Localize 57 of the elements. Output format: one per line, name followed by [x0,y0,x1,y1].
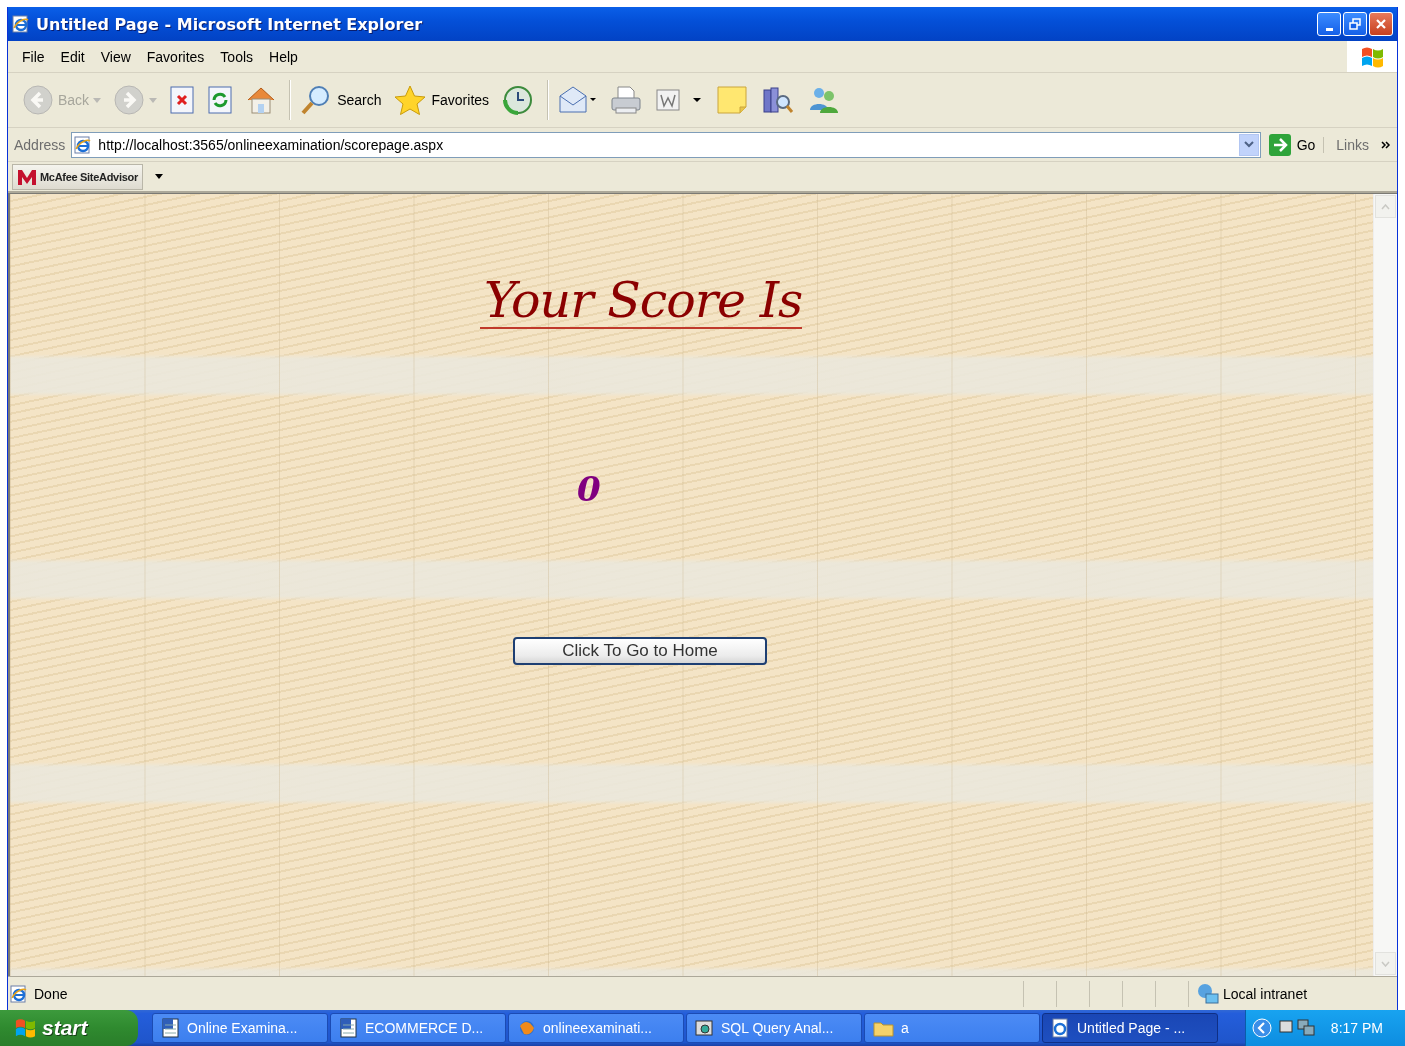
arrow-right-icon [1268,133,1291,156]
restore-button[interactable] [1343,12,1367,36]
close-button[interactable] [1369,12,1393,36]
caret-icon [149,97,158,103]
taskbar-item[interactable]: a [864,1013,1040,1043]
menu-item[interactable]: Help [261,46,306,67]
books-magnifier-icon [761,84,796,116]
app-icon [517,1018,537,1038]
score-value: 0 [577,469,601,509]
address-field[interactable]: http://localhost:3565/onlineexamination/scorepage.aspx [71,131,1261,158]
go-button[interactable]: Go [1260,133,1324,156]
taskbar-item[interactable]: Online Examina... [152,1013,328,1043]
address-label: Address [14,136,66,153]
siteadvisor-button[interactable]: McAfee SiteAdvisor [12,163,143,190]
status-text: Done [34,985,68,1002]
browser-page-icon [1051,1018,1071,1038]
security-zone-text: Local intranet [1223,985,1308,1002]
page-cross-icon [169,85,196,115]
links-label[interactable]: Links [1336,136,1369,153]
url-text: http://localhost:3565/onlineexamination/scorepage.aspx [98,136,445,153]
taskbar-item[interactable]: ECOMMERCE D... [330,1013,506,1043]
taskbar-item[interactable]: SQL Query Anal... [686,1013,862,1043]
globe-computer-icon [1197,982,1219,1005]
database-window-icon [695,1018,715,1038]
favorites-button[interactable]: Favorites [389,82,494,118]
menu-item[interactable]: Tools [212,46,262,67]
sticky-note-icon [715,84,750,116]
minimize-icon [1325,27,1333,31]
refresh-icon [207,85,234,115]
network-computers-icon[interactable] [1278,1018,1316,1038]
caret-icon[interactable] [154,174,163,179]
menu-item[interactable]: Favorites [138,46,213,67]
printer-icon [609,84,644,116]
caret-icon [93,97,102,103]
word-document-icon [339,1018,359,1038]
menu-item[interactable]: Edit [52,46,93,67]
score-heading: Your Score Is [480,276,803,329]
word-document-icon [161,1018,181,1038]
close-icon [1375,18,1387,30]
minimize-button[interactable] [1317,12,1341,36]
restore-icon [1349,18,1361,30]
dropdown-chevron-icon[interactable] [1243,141,1254,148]
start-button[interactable]: start [0,1010,138,1046]
home-link-button[interactable]: Click To Go to Home [513,637,767,665]
taskbar-item[interactable]: Untitled Page - ... [1042,1013,1218,1043]
search-button[interactable]: Search [295,82,386,118]
window-title: Untitled Page - Microsoft Internet Explorer [36,14,424,34]
folder-icon [873,1019,895,1037]
star-icon [393,84,428,116]
chevron-icon[interactable] [1381,140,1391,149]
envelope-icon [557,84,598,116]
menu-item[interactable]: View [92,46,139,67]
taskbar-item[interactable]: onlineexaminati... [508,1013,684,1043]
menu-item[interactable]: File [14,46,53,67]
chevron-left-icon[interactable] [1252,1018,1272,1038]
letter-m-logo-icon [17,167,37,186]
clock-text: 8:17 PM [1330,1020,1383,1036]
